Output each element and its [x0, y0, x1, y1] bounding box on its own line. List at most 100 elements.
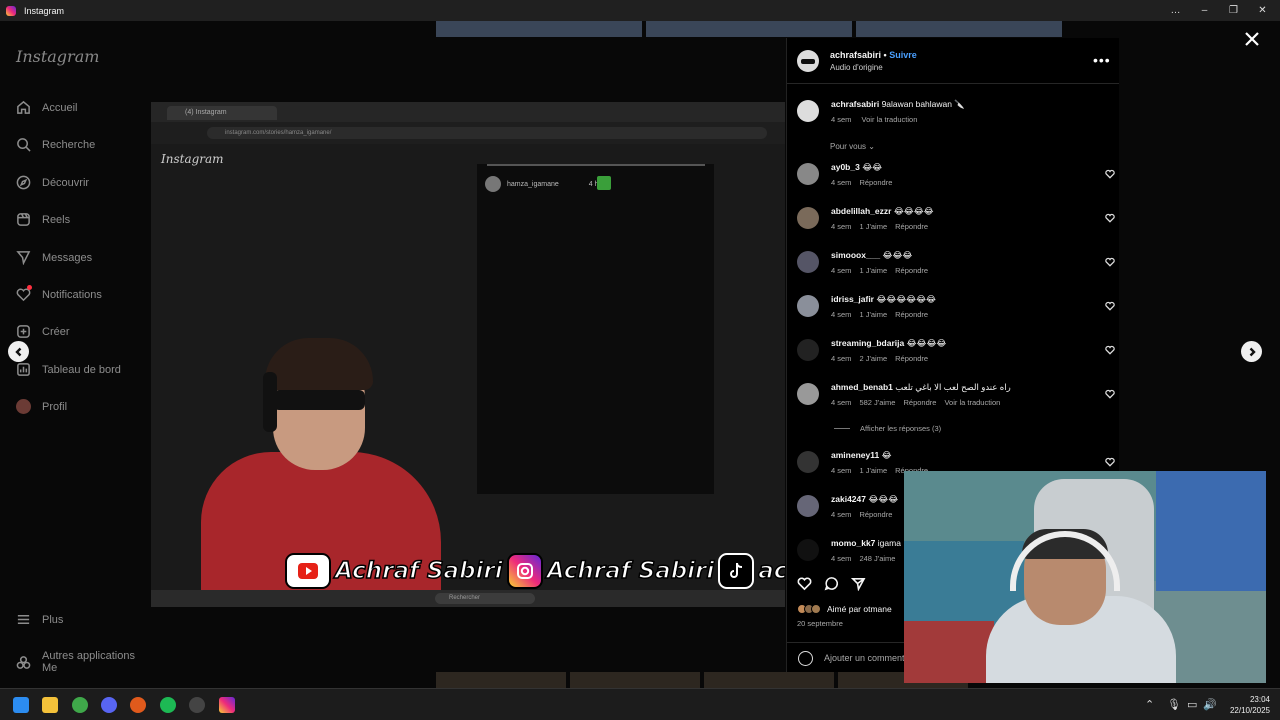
- tray-chevron-icon[interactable]: ⌃: [1145, 698, 1154, 711]
- comment-icon[interactable]: [824, 576, 839, 596]
- nav-home[interactable]: Accueil: [16, 100, 77, 115]
- reply-button[interactable]: Répondre: [895, 310, 928, 319]
- comment-username[interactable]: ahmed_benab1: [831, 382, 893, 392]
- discord-icon[interactable]: [101, 697, 117, 713]
- chrome-icon[interactable]: [72, 697, 88, 713]
- comment-line: momo_kk7 igama: [831, 538, 901, 548]
- comment-avatar[interactable]: [797, 207, 819, 229]
- comment-avatar[interactable]: [797, 539, 819, 561]
- reply-button[interactable]: Répondre: [903, 398, 936, 407]
- obs-icon[interactable]: [189, 697, 205, 713]
- video-taskbar-search: Rechercher: [435, 593, 535, 604]
- video-browser-tab: (4) Instagram: [167, 106, 277, 120]
- more-options-icon[interactable]: •••: [1093, 52, 1111, 68]
- comment-avatar[interactable]: [797, 451, 819, 473]
- taskbar-clock[interactable]: 23:04 22/10/2025: [1230, 694, 1270, 716]
- instagram-taskbar-icon[interactable]: [219, 697, 235, 713]
- reply-button[interactable]: Répondre: [895, 354, 928, 363]
- comment-likes[interactable]: 248 J'aime: [859, 554, 895, 563]
- comment-avatar[interactable]: [797, 295, 819, 317]
- caption-username[interactable]: achrafsabiri: [831, 99, 879, 109]
- nav-notifications[interactable]: Notifications: [16, 285, 102, 302]
- original-audio-link[interactable]: Audio d'origine: [830, 63, 883, 72]
- share-icon[interactable]: [850, 576, 866, 596]
- comment-avatar[interactable]: [797, 251, 819, 273]
- minimize-button[interactable]: –: [1190, 0, 1219, 21]
- comment-like-icon[interactable]: [1105, 298, 1115, 311]
- comment-text: 😂😂😂: [882, 250, 913, 260]
- comment-username[interactable]: ay0b_3: [831, 162, 860, 172]
- author-avatar[interactable]: [797, 50, 819, 72]
- maximize-button[interactable]: ❐: [1219, 0, 1248, 21]
- window-titlebar: Instagram … – ❐ ✕: [0, 0, 1280, 21]
- replies-divider: [834, 428, 850, 429]
- liked-by[interactable]: Aimé par otmane: [797, 604, 892, 614]
- nav-more[interactable]: Plus: [16, 612, 63, 627]
- reply-button[interactable]: Répondre: [895, 266, 928, 275]
- volume-icon[interactable]: 🔊: [1203, 698, 1217, 711]
- video-instagram-logo: Instagram: [161, 152, 224, 166]
- comment-likes[interactable]: 1 J'aime: [859, 266, 887, 275]
- nav-messages[interactable]: Messages: [16, 250, 92, 265]
- close-icon[interactable]: [1243, 30, 1261, 48]
- comment-username[interactable]: amineney11: [831, 450, 879, 460]
- comment-meta: 4 sem Répondre: [831, 510, 900, 519]
- comment-avatar[interactable]: [797, 163, 819, 185]
- nav-profile[interactable]: Profil: [16, 399, 67, 414]
- comment-like-icon[interactable]: [1105, 254, 1115, 267]
- comment-likes[interactable]: 582 J'aime: [859, 398, 895, 407]
- reply-button[interactable]: Répondre: [859, 510, 892, 519]
- comment-likes[interactable]: 2 J'aime: [859, 354, 887, 363]
- comment-username[interactable]: streaming_bdarija: [831, 338, 904, 348]
- more-window-button[interactable]: …: [1161, 0, 1190, 21]
- comment-username[interactable]: idriss_jafir: [831, 294, 874, 304]
- comment-like-icon[interactable]: [1105, 386, 1115, 399]
- nav-reels[interactable]: Reels: [16, 212, 70, 227]
- comment-username[interactable]: zaki4247: [831, 494, 866, 504]
- reply-button[interactable]: Répondre: [859, 178, 892, 187]
- previous-post-button[interactable]: [8, 341, 29, 362]
- comment-username[interactable]: momo_kk7: [831, 538, 875, 548]
- comment-like-icon[interactable]: [1105, 454, 1115, 467]
- comment-like-icon[interactable]: [1105, 166, 1115, 179]
- app-icon-orange[interactable]: [130, 697, 146, 713]
- comment-avatar[interactable]: [797, 383, 819, 405]
- reel-video[interactable]: (4) Instagram instagram.com/stories/hamz…: [151, 102, 785, 607]
- nav-search[interactable]: Recherche: [16, 137, 95, 152]
- comment-likes[interactable]: 1 J'aime: [859, 310, 887, 319]
- windows-start-icon[interactable]: [13, 697, 29, 713]
- comment-text: 😂: [881, 450, 892, 460]
- comment-like-icon[interactable]: [1105, 210, 1115, 223]
- comment-likes[interactable]: 1 J'aime: [859, 222, 887, 231]
- microphone-icon[interactable]: 🎙: [1167, 698, 1181, 711]
- next-post-button[interactable]: [1241, 341, 1262, 362]
- chevron-down-icon: ⌄: [868, 142, 875, 151]
- instagram-logo[interactable]: Instagram: [16, 47, 99, 66]
- caption-avatar[interactable]: [797, 100, 819, 122]
- nav-dashboard[interactable]: Tableau de bord: [16, 362, 121, 377]
- comment-username[interactable]: abdelillah_ezzr: [831, 206, 891, 216]
- show-replies-button[interactable]: Afficher les réponses (3): [834, 424, 941, 433]
- caption-translate-link[interactable]: Voir la traduction: [862, 115, 918, 124]
- comment-avatar[interactable]: [797, 495, 819, 517]
- spotify-icon[interactable]: [160, 697, 176, 713]
- comment-row: streaming_bdarija 😂😂😂😂 4 sem 2 J'aime Répon…: [797, 338, 1117, 378]
- nav-explore[interactable]: Découvrir: [16, 175, 89, 190]
- emoji-icon[interactable]: [798, 651, 813, 666]
- nav-create[interactable]: Créer: [16, 324, 70, 339]
- reply-button[interactable]: Répondre: [895, 222, 928, 231]
- file-explorer-icon[interactable]: [42, 697, 58, 713]
- network-icon[interactable]: ▭: [1187, 698, 1197, 711]
- nav-meta-apps[interactable]: Autres applications Me: [16, 650, 150, 674]
- translate-link[interactable]: Voir la traduction: [944, 398, 1000, 407]
- author-username[interactable]: achrafsabiri: [830, 50, 881, 60]
- comment-avatar[interactable]: [797, 339, 819, 361]
- comment-time: 4 sem: [831, 266, 852, 275]
- close-window-button[interactable]: ✕: [1248, 0, 1277, 21]
- comment-likes[interactable]: 1 J'aime: [859, 466, 887, 475]
- comment-filter-dropdown[interactable]: Pour vous ⌄: [830, 142, 875, 151]
- comment-like-icon[interactable]: [1105, 342, 1115, 355]
- comment-username[interactable]: simooox___: [831, 250, 880, 260]
- like-icon[interactable]: [797, 576, 812, 596]
- follow-button[interactable]: Suivre: [889, 50, 917, 60]
